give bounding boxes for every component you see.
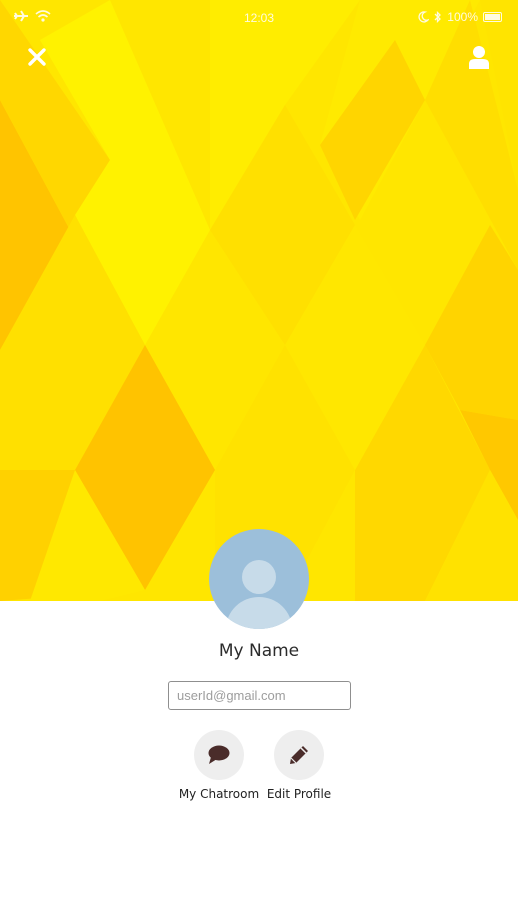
diamond-pattern (0, 0, 518, 601)
bluetooth-icon (434, 11, 442, 23)
status-right-icons: 100% (418, 10, 502, 24)
profile-avatar[interactable] (209, 529, 309, 629)
status-bar: 12:03 100% (0, 0, 518, 36)
close-button[interactable] (24, 44, 50, 70)
edit-profile-label: Edit Profile (266, 787, 332, 801)
chat-bubble-icon (208, 745, 230, 764)
user-icon (469, 46, 489, 69)
edit-profile-button[interactable]: Edit Profile (254, 730, 344, 801)
profile-button[interactable] (466, 44, 492, 70)
battery-icon (483, 12, 502, 22)
email-field[interactable] (168, 681, 351, 710)
my-chatroom-button[interactable]: My Chatroom (174, 730, 264, 801)
profile-name: My Name (218, 641, 300, 661)
pencil-icon (290, 746, 308, 764)
my-chatroom-label: My Chatroom (178, 787, 260, 801)
edit-profile-icon-circle[interactable] (274, 730, 324, 780)
my-chatroom-icon-circle[interactable] (194, 730, 244, 780)
default-avatar-icon (226, 560, 292, 629)
close-icon (28, 48, 46, 66)
moon-icon (418, 11, 430, 23)
battery-percent: 100% (447, 10, 478, 24)
profile-hero-background (0, 0, 518, 601)
